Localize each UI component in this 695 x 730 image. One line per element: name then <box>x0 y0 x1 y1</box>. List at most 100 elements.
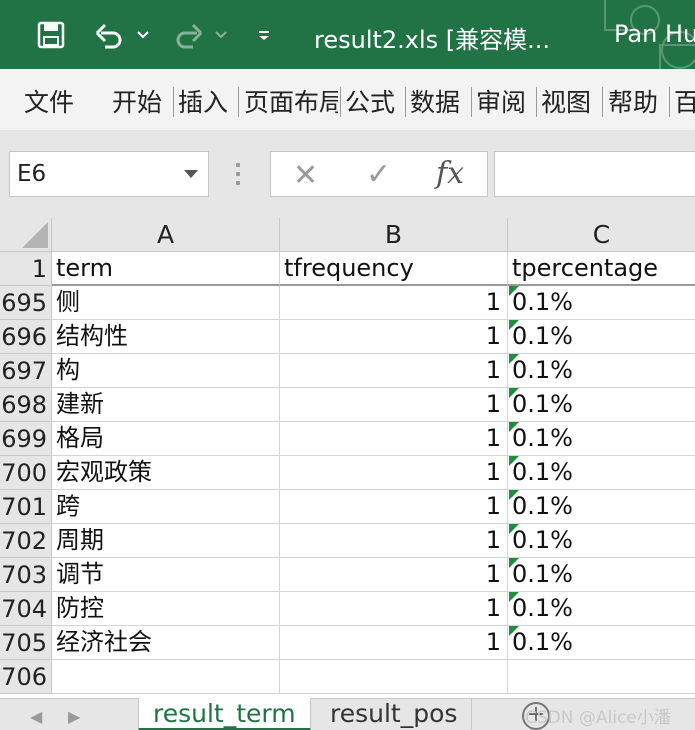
formula-input[interactable] <box>494 151 695 197</box>
row-header[interactable]: 705 <box>0 626 52 660</box>
tab-view[interactable]: 视图 <box>541 83 591 119</box>
cell-term[interactable] <box>52 660 280 694</box>
error-indicator-icon[interactable] <box>509 490 519 500</box>
column-header-c[interactable]: C <box>508 218 695 252</box>
tab-overflow[interactable]: 百 <box>674 83 695 119</box>
cell-tfrequency[interactable]: 1 <box>280 558 508 592</box>
tab-data[interactable]: 数据 <box>410 83 460 119</box>
cell-tfrequency[interactable]: 1 <box>280 354 508 388</box>
select-all-icon <box>22 222 48 248</box>
cell-tfrequency[interactable] <box>280 660 508 694</box>
tab-help[interactable]: 帮助 <box>608 83 658 119</box>
cell-tfrequency[interactable]: 1 <box>280 286 508 320</box>
tab-page-layout[interactable]: 页面布局 <box>244 83 338 119</box>
error-indicator-icon[interactable] <box>509 558 519 568</box>
cell-tpercentage[interactable]: 0.1% <box>508 456 695 490</box>
cell-tpercentage[interactable]: 0.1% <box>508 490 695 524</box>
cell-term[interactable]: 调节 <box>52 558 280 592</box>
error-indicator-icon[interactable] <box>509 354 519 364</box>
tab-file[interactable]: 文件 <box>24 83 74 119</box>
tab-review[interactable]: 审阅 <box>476 83 526 119</box>
error-indicator-icon[interactable] <box>509 286 519 296</box>
cell-tpercentage[interactable]: 0.1% <box>508 388 695 422</box>
error-indicator-icon[interactable] <box>509 524 519 534</box>
undo-dropdown-icon[interactable] <box>134 0 152 69</box>
scroll-right-icon[interactable]: ▶ <box>68 707 80 726</box>
cell-tfrequency[interactable]: 1 <box>280 456 508 490</box>
row-header[interactable]: 700 <box>0 456 52 490</box>
cell-tfrequency[interactable]: 1 <box>280 320 508 354</box>
cell-term[interactable]: 构 <box>52 354 280 388</box>
sheet-tab-bar: ◀ ▶ result_term result_pos + CSDN @Alice… <box>0 698 695 730</box>
cell-tpercentage[interactable]: 0.1% <box>508 626 695 660</box>
user-name[interactable]: Pan Hu <box>614 20 695 48</box>
scroll-left-icon[interactable]: ◀ <box>30 707 42 726</box>
error-indicator-icon[interactable] <box>509 320 519 330</box>
cell-term[interactable]: 格局 <box>52 422 280 456</box>
sheet-tab-result-pos[interactable]: result_pos <box>316 698 473 730</box>
chevron-down-icon[interactable] <box>184 170 198 178</box>
cell-term[interactable]: 宏观政策 <box>52 456 280 490</box>
cell-tpercentage[interactable]: 0.1% <box>508 558 695 592</box>
row-header[interactable]: 699 <box>0 422 52 456</box>
ribbon-separator <box>405 87 406 117</box>
row-header[interactable]: 701 <box>0 490 52 524</box>
cell-header-tpercentage[interactable]: tpercentage <box>508 252 695 286</box>
cell-tfrequency[interactable]: 1 <box>280 524 508 558</box>
cancel-icon[interactable]: ✕ <box>293 158 318 193</box>
cell-term[interactable]: 建新 <box>52 388 280 422</box>
cell-tfrequency[interactable]: 1 <box>280 422 508 456</box>
tab-insert[interactable]: 插入 <box>178 83 228 119</box>
cell-tfrequency[interactable]: 1 <box>280 490 508 524</box>
resize-grip-icon[interactable] <box>236 163 240 185</box>
redo-icon[interactable] <box>170 0 206 69</box>
row-header[interactable]: 698 <box>0 388 52 422</box>
tab-home[interactable]: 开始 <box>112 83 162 119</box>
error-indicator-icon[interactable] <box>509 456 519 466</box>
column-header-b[interactable]: B <box>280 218 508 252</box>
insert-function-icon[interactable]: fx <box>436 156 464 191</box>
enter-check-icon[interactable]: ✓ <box>366 157 391 192</box>
tab-formulas[interactable]: 公式 <box>345 83 395 119</box>
cell-tpercentage[interactable]: 0.1% <box>508 524 695 558</box>
row-header[interactable]: 697 <box>0 354 52 388</box>
error-indicator-icon[interactable] <box>509 626 519 636</box>
error-indicator-icon[interactable] <box>509 422 519 432</box>
cell-tpercentage[interactable]: 0.1% <box>508 422 695 456</box>
error-indicator-icon[interactable] <box>509 592 519 602</box>
column-header-a[interactable]: A <box>52 218 280 252</box>
cell-tpercentage[interactable]: 0.1% <box>508 592 695 626</box>
row-header[interactable]: 702 <box>0 524 52 558</box>
cell-term[interactable]: 周期 <box>52 524 280 558</box>
row-header[interactable]: 703 <box>0 558 52 592</box>
row-header[interactable]: 706 <box>0 660 52 694</box>
cell-term[interactable]: 跨 <box>52 490 280 524</box>
cell-tpercentage[interactable] <box>508 660 695 694</box>
cell-term[interactable]: 结构性 <box>52 320 280 354</box>
cell-term[interactable]: 防控 <box>52 592 280 626</box>
row-header[interactable]: 696 <box>0 320 52 354</box>
ribbon-separator <box>238 87 239 117</box>
cell-tpercentage[interactable]: 0.1% <box>508 320 695 354</box>
save-icon[interactable] <box>26 0 76 69</box>
row-header[interactable]: 1 <box>0 252 52 286</box>
sheet-tab-result-term[interactable]: result_term <box>138 698 311 730</box>
cell-term[interactable]: 经济社会 <box>52 626 280 660</box>
undo-icon[interactable] <box>92 0 128 69</box>
cell-header-term[interactable]: term <box>52 252 280 286</box>
customize-quick-access-icon[interactable] <box>254 0 274 69</box>
redo-dropdown-icon[interactable] <box>212 0 230 69</box>
spreadsheet-grid: A B C 1 term tfrequency tpercentage 695 侧… <box>0 218 695 698</box>
error-indicator-icon[interactable] <box>509 388 519 398</box>
cell-tfrequency[interactable]: 1 <box>280 626 508 660</box>
cell-tfrequency[interactable]: 1 <box>280 592 508 626</box>
cell-header-tfrequency[interactable]: tfrequency <box>280 252 508 286</box>
row-header[interactable]: 695 <box>0 286 52 320</box>
row-header[interactable]: 704 <box>0 592 52 626</box>
cell-tpercentage[interactable]: 0.1% <box>508 286 695 320</box>
cell-tpercentage[interactable]: 0.1% <box>508 354 695 388</box>
cell-tfrequency[interactable]: 1 <box>280 388 508 422</box>
cell-term[interactable]: 侧 <box>52 286 280 320</box>
name-box[interactable]: E6 <box>9 151 209 197</box>
select-all-corner[interactable] <box>0 218 52 252</box>
